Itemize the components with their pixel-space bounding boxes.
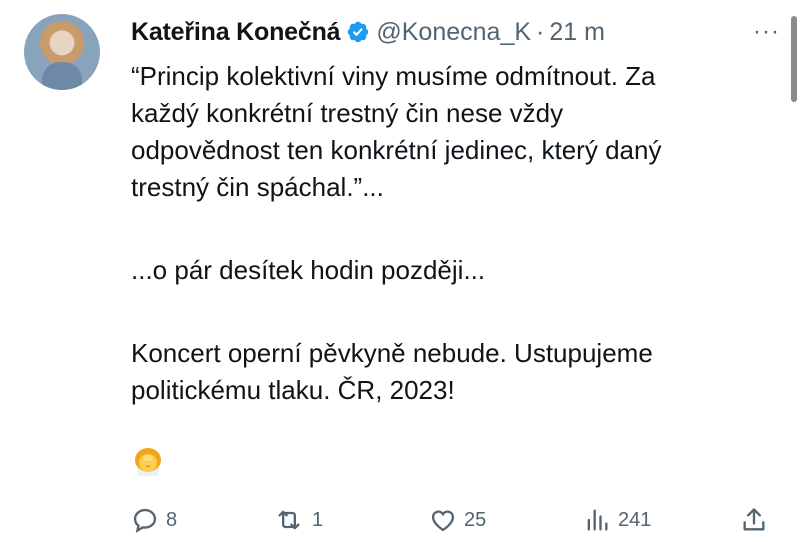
share-icon <box>743 508 765 531</box>
views-count: 241 <box>618 508 652 531</box>
separator-dot: · <box>536 17 545 46</box>
heart-icon <box>431 510 455 532</box>
tweet-line: ...o pár desítek hodin později... <box>131 255 486 285</box>
woman-facepalming-icon <box>135 448 161 476</box>
post-time[interactable]: 21 m <box>549 18 605 47</box>
retweet-button[interactable]: 1 <box>273 506 323 534</box>
like-count: 25 <box>464 508 487 531</box>
action-bar: 8 1 25 241 <box>131 506 781 538</box>
views-chart-icon <box>587 509 608 531</box>
reply-button[interactable]: 8 <box>131 506 177 534</box>
tweet-line: Koncert operní pěvkyně nebude. Ustupujem… <box>131 338 653 368</box>
views-button[interactable]: 241 <box>583 506 651 534</box>
retweet-icon <box>278 510 300 530</box>
tweet-line: trestný čin spáchal.”... <box>131 172 384 202</box>
tweet-text: “Princip kolektivní viny musíme odmítnou… <box>131 58 771 409</box>
tweet-line: odpovědnost ten konkrétní jedinec, který… <box>131 135 662 165</box>
author-handle[interactable]: @Konecna_K <box>376 18 531 47</box>
tweet-line: “Princip kolektivní viny musíme odmítnou… <box>131 61 656 91</box>
like-button[interactable]: 25 <box>429 506 486 534</box>
scrollbar[interactable] <box>791 16 797 102</box>
retweet-count: 1 <box>312 508 324 531</box>
verified-badge-icon <box>348 21 369 43</box>
tweet-line: politickému tlaku. ČR, 2023! <box>131 375 455 405</box>
tweet-header: Kateřina Konečná @Konecna_K · 21 m <box>131 14 605 50</box>
share-button[interactable] <box>740 506 775 534</box>
more-options-icon[interactable]: ··· <box>753 18 780 46</box>
author-name[interactable]: Kateřina Konečná <box>131 18 341 47</box>
avatar[interactable] <box>24 14 100 90</box>
reply-count: 8 <box>166 508 178 531</box>
tweet-line: každý konkrétní trestný čin nese vždy <box>131 98 564 128</box>
reply-icon <box>133 508 157 533</box>
